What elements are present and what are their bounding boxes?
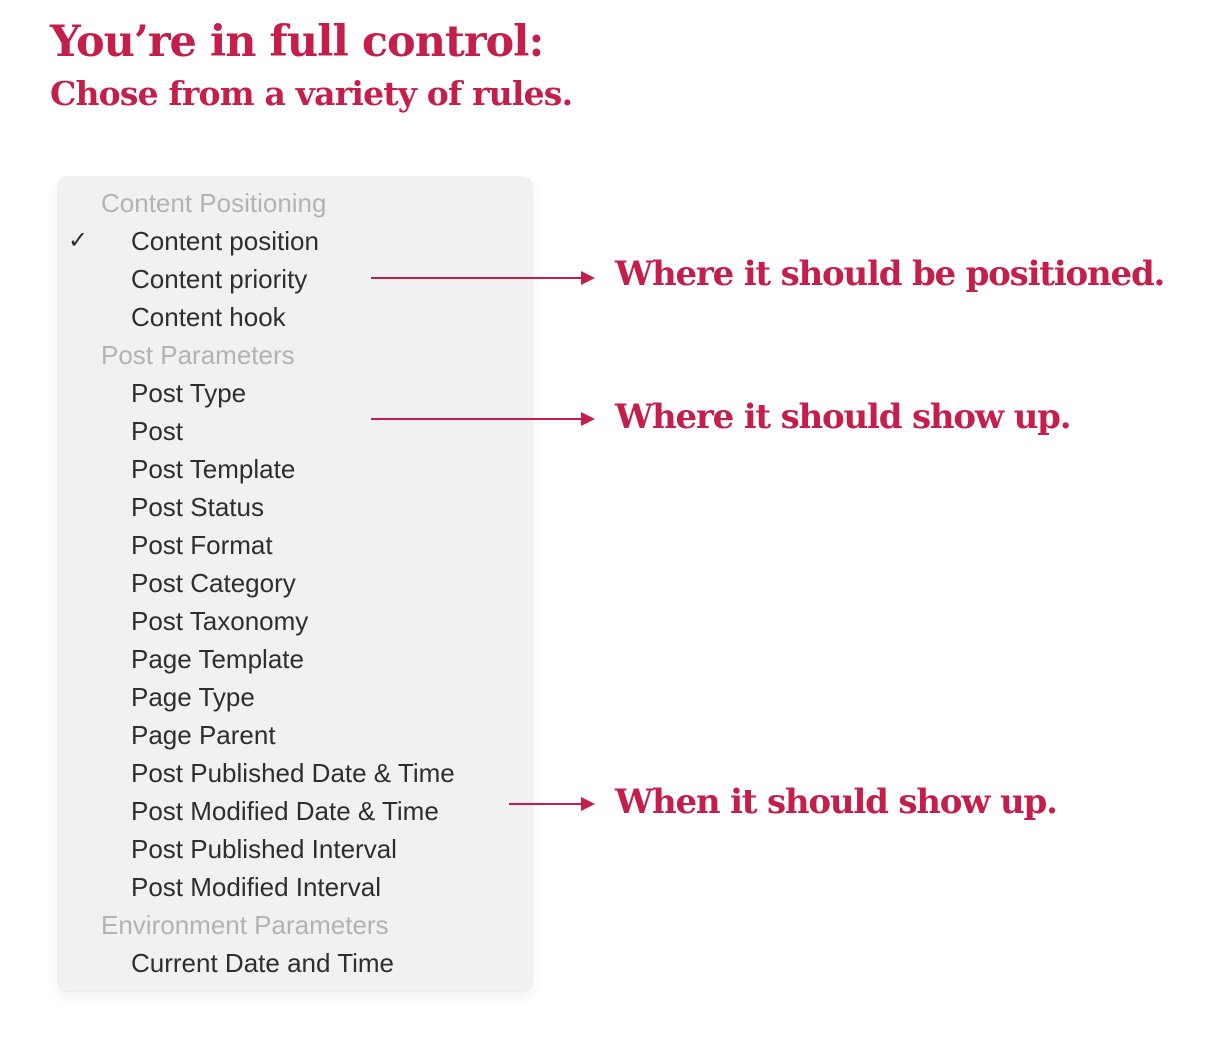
arrow-icon [371, 412, 595, 426]
menu-item-post-published-date-time[interactable]: Post Published Date & Time [58, 754, 532, 792]
menu-item-post-format[interactable]: Post Format [58, 526, 532, 564]
menu-item-content-position[interactable]: ✓ Content position [58, 222, 532, 260]
menu-item-post-taxonomy[interactable]: Post Taxonomy [58, 602, 532, 640]
menu-item-page-type[interactable]: Page Type [58, 678, 532, 716]
menu-item-content-priority[interactable]: Content priority [58, 260, 532, 298]
arrow-icon [509, 797, 595, 811]
menu-item-label: Content position [131, 226, 319, 256]
menu-group-header: Environment Parameters [101, 910, 389, 940]
menu-item-post-modified-interval[interactable]: Post Modified Interval [58, 868, 532, 906]
menu-item-current-date-time[interactable]: Current Date and Time [58, 944, 532, 982]
checkmark-icon: ✓ [68, 227, 89, 254]
menu-item-post-template[interactable]: Post Template [58, 450, 532, 488]
annotation-show-up: Where it should show up. [615, 397, 1072, 437]
arrowhead-icon [581, 412, 595, 426]
menu-item-post-status[interactable]: Post Status [58, 488, 532, 526]
annotation-positioned: Where it should be positioned. [615, 254, 1165, 294]
arrow-icon [371, 271, 595, 285]
annotation-when: When it should show up. [615, 782, 1058, 822]
rules-dropdown-menu: Content Positioning ✓ Content position C… [58, 177, 532, 991]
menu-item-page-template[interactable]: Page Template [58, 640, 532, 678]
menu-item-post-published-interval[interactable]: Post Published Interval [58, 830, 532, 868]
menu-item-page-parent[interactable]: Page Parent [58, 716, 532, 754]
menu-item-post-type[interactable]: Post Type [58, 374, 532, 412]
menu-group-header: Post Parameters [101, 340, 295, 370]
arrowhead-icon [581, 797, 595, 811]
menu-group-header: Content Positioning [101, 188, 327, 218]
menu-item-post-category[interactable]: Post Category [58, 564, 532, 602]
page-title: You’re in full control: [50, 17, 544, 67]
arrowhead-icon [581, 271, 595, 285]
page-subtitle: Chose from a variety of rules. [50, 74, 573, 113]
menu-item-post-modified-date-time[interactable]: Post Modified Date & Time [58, 792, 532, 830]
menu-item-content-hook[interactable]: Content hook [58, 298, 532, 336]
